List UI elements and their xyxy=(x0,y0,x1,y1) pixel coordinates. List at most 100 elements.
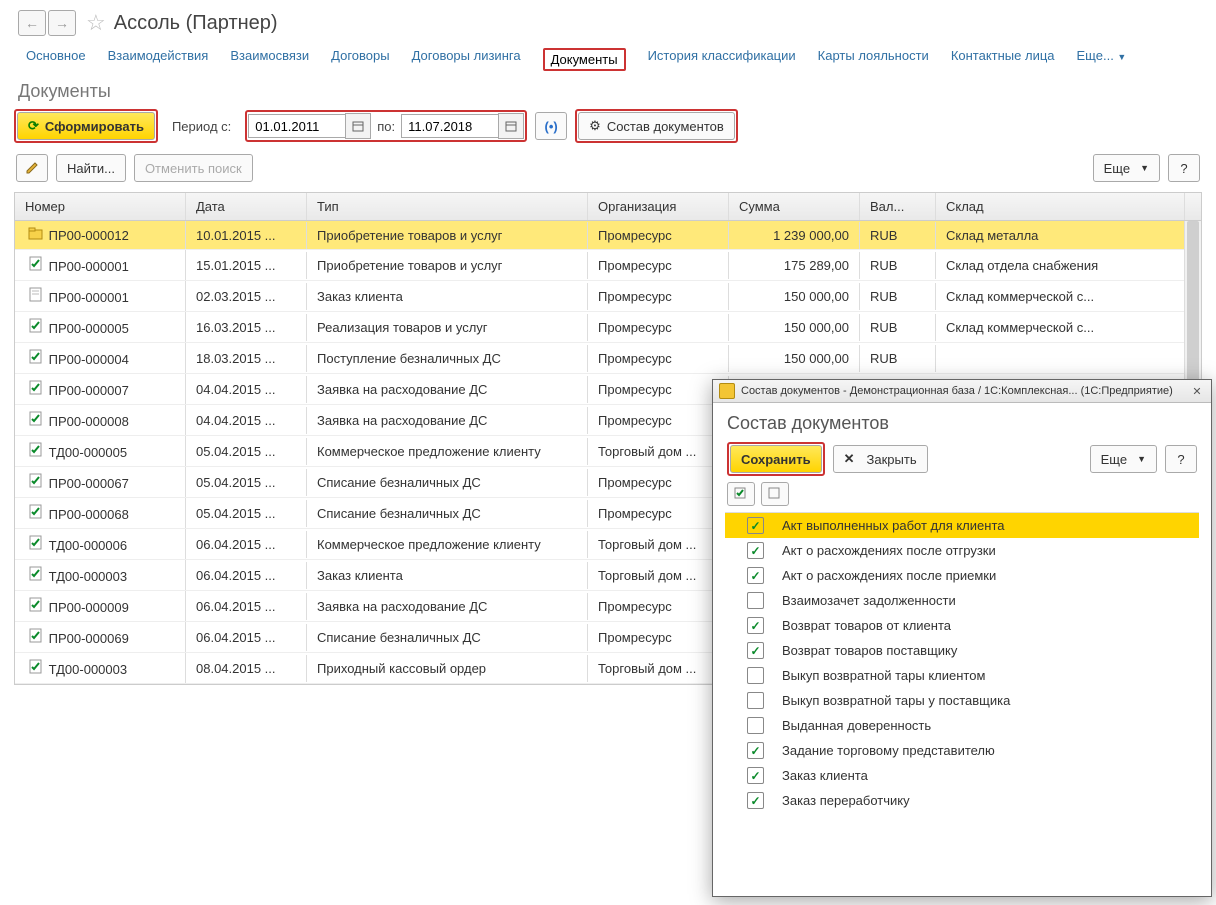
doc-type-item[interactable]: Заказ клиента xyxy=(725,763,1199,788)
checkbox[interactable] xyxy=(747,692,764,709)
tab-0[interactable]: Основное xyxy=(26,48,86,71)
table-row[interactable]: ПР00-00000418.03.2015 ...Поступление без… xyxy=(15,343,1201,374)
table-row[interactable]: ПР00-00000115.01.2015 ...Приобретение то… xyxy=(15,250,1201,281)
date-from-input[interactable] xyxy=(248,114,345,138)
doc-type-item[interactable]: Выданная доверенность xyxy=(725,713,1199,738)
checkbox[interactable] xyxy=(747,667,764,684)
date-to-picker[interactable] xyxy=(498,113,524,139)
doc-type-item[interactable]: Выкуп возвратной тары у поставщика xyxy=(725,688,1199,713)
help-button[interactable]: ? xyxy=(1168,154,1200,182)
chevron-down-icon: ▼ xyxy=(1137,454,1146,464)
col-currency[interactable]: Вал... xyxy=(860,193,936,220)
tab-1[interactable]: Взаимодействия xyxy=(108,48,209,71)
dialog-save-button[interactable]: Сохранить xyxy=(730,445,822,473)
period-select-button[interactable]: (•) xyxy=(535,112,567,140)
doc-type-label: Возврат товаров от клиента xyxy=(782,618,951,633)
find-button[interactable]: Найти... xyxy=(56,154,126,182)
col-org[interactable]: Организация xyxy=(588,193,729,220)
tab-7[interactable]: Карты лояльности xyxy=(818,48,929,71)
doc-type-label: Заказ клиента xyxy=(782,768,868,783)
doc-type-label: Задание торговому представителю xyxy=(782,743,995,758)
dialog-close-text-button[interactable]: ✕Закрыть xyxy=(833,445,928,473)
checkbox[interactable] xyxy=(747,592,764,609)
app-icon xyxy=(719,383,735,399)
doc-type-label: Акт о расхождениях после отгрузки xyxy=(782,543,996,558)
back-button[interactable]: ← xyxy=(18,10,46,36)
col-type[interactable]: Тип xyxy=(307,193,588,220)
section-title: Документы xyxy=(0,71,1216,106)
document-icon xyxy=(25,349,45,364)
document-icon xyxy=(25,628,45,643)
nav-tabs: Основное Взаимодействия Взаимосвязи Договор… xyxy=(0,42,1216,71)
document-icon xyxy=(25,380,45,395)
tab-8[interactable]: Контактные лица xyxy=(951,48,1055,71)
doc-type-item[interactable]: Акт выполненных работ для клиента xyxy=(725,513,1199,538)
refresh-icon: ⟳ xyxy=(28,118,39,134)
doc-type-label: Выкуп возвратной тары клиентом xyxy=(782,668,985,683)
doc-type-item[interactable]: Заказ переработчику xyxy=(725,788,1199,813)
tab-4[interactable]: Договоры лизинга xyxy=(412,48,521,71)
date-to-input[interactable] xyxy=(401,114,498,138)
compose-button[interactable]: ⚙ Состав документов xyxy=(578,112,735,140)
document-icon xyxy=(25,318,45,333)
document-icon xyxy=(25,411,45,426)
period-to-label: по: xyxy=(371,119,401,134)
period-from-label: Период с: xyxy=(166,119,237,134)
check-all-button[interactable] xyxy=(727,482,755,506)
checkbox[interactable] xyxy=(747,767,764,784)
tab-more[interactable]: Еще... ▼ xyxy=(1077,48,1127,71)
uncheck-all-button[interactable] xyxy=(761,482,789,506)
forward-button[interactable]: → xyxy=(48,10,76,36)
doc-type-label: Заказ переработчику xyxy=(782,793,910,808)
checkbox[interactable] xyxy=(747,717,764,734)
table-row[interactable]: ПР00-00000102.03.2015 ...Заказ клиентаПр… xyxy=(15,281,1201,312)
checkbox[interactable] xyxy=(747,642,764,659)
doc-type-label: Взаимозачет задолженности xyxy=(782,593,956,608)
tab-5[interactable]: Документы xyxy=(543,48,626,71)
doc-type-item[interactable]: Возврат товаров от клиента xyxy=(725,613,1199,638)
document-icon xyxy=(25,287,45,302)
doc-type-item[interactable]: Акт о расхождениях после отгрузки xyxy=(725,538,1199,563)
more-button[interactable]: Еще▼ xyxy=(1093,154,1160,182)
checkbox[interactable] xyxy=(747,617,764,634)
edit-button[interactable] xyxy=(16,154,48,182)
page-title: Ассоль (Партнер) xyxy=(114,12,278,35)
checkbox[interactable] xyxy=(747,567,764,584)
document-icon xyxy=(25,473,45,488)
dialog-close-button[interactable]: ✕ xyxy=(1189,383,1205,399)
form-button[interactable]: ⟳ Сформировать xyxy=(17,112,155,140)
checkbox[interactable] xyxy=(747,792,764,809)
tab-3[interactable]: Договоры xyxy=(331,48,389,71)
dialog-help-button[interactable]: ? xyxy=(1165,445,1197,473)
favorite-star-icon[interactable]: ☆ xyxy=(86,10,106,36)
date-from-picker[interactable] xyxy=(345,113,371,139)
checkbox[interactable] xyxy=(747,742,764,759)
document-icon xyxy=(25,442,45,457)
doc-type-item[interactable]: Акт о расхождениях после приемки xyxy=(725,563,1199,588)
col-date[interactable]: Дата xyxy=(186,193,307,220)
col-warehouse[interactable]: Склад xyxy=(936,193,1185,220)
dialog-more-button[interactable]: Еще▼ xyxy=(1090,445,1157,473)
doc-type-label: Выкуп возвратной тары у поставщика xyxy=(782,693,1010,708)
doc-type-item[interactable]: Взаимозачет задолженности xyxy=(725,588,1199,613)
chevron-down-icon: ▼ xyxy=(1140,163,1149,173)
dialog-titlebar[interactable]: Состав документов - Демонстрационная баз… xyxy=(713,380,1211,403)
tab-2[interactable]: Взаимосвязи xyxy=(230,48,309,71)
col-sum[interactable]: Сумма xyxy=(729,193,860,220)
close-icon: ✕ xyxy=(844,451,855,467)
tab-6[interactable]: История классификации xyxy=(648,48,796,71)
doc-type-item[interactable]: Задание торговому представителю xyxy=(725,738,1199,763)
document-types-list: Акт выполненных работ для клиента Акт о р… xyxy=(725,512,1199,813)
gear-icon: ⚙ xyxy=(589,118,601,134)
dialog-heading: Состав документов xyxy=(713,403,1211,438)
doc-type-item[interactable]: Возврат товаров поставщику xyxy=(725,638,1199,663)
col-number[interactable]: Номер xyxy=(15,193,186,220)
table-row[interactable]: ПР00-00001210.01.2015 ...Приобретение то… xyxy=(15,221,1201,250)
cancel-search-button[interactable]: Отменить поиск xyxy=(134,154,253,182)
doc-type-item[interactable]: Выкуп возвратной тары клиентом xyxy=(725,663,1199,688)
compose-dialog: Состав документов - Демонстрационная баз… xyxy=(712,379,1212,897)
checkbox[interactable] xyxy=(747,542,764,559)
checkbox[interactable] xyxy=(747,517,764,534)
document-icon xyxy=(25,504,45,519)
table-row[interactable]: ПР00-00000516.03.2015 ...Реализация това… xyxy=(15,312,1201,343)
